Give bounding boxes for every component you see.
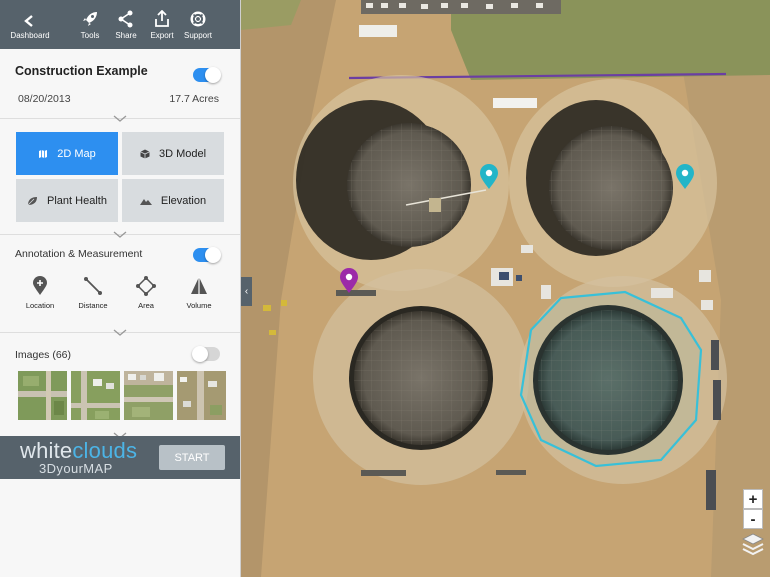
- view-2d-map-label: 2D Map: [57, 147, 96, 160]
- volume-icon: [191, 277, 207, 294]
- view-plant-health-button[interactable]: Plant Health: [16, 179, 118, 222]
- project-panel: Construction Example 08/20/2013 17.7 Acr…: [0, 49, 240, 119]
- image-thumbnail[interactable]: [71, 371, 120, 420]
- export-label: Export: [150, 31, 174, 40]
- toggle-knob: [205, 67, 221, 83]
- top-toolbar: Dashboard Tools Share Export Support: [0, 0, 240, 49]
- volume-label: Volume: [186, 301, 212, 310]
- map-location-pin-icon[interactable]: [479, 164, 499, 190]
- location-label: Location: [25, 301, 55, 310]
- project-size: 17.7 Acres: [169, 93, 219, 105]
- view-mode-panel: 2D Map 3D Model Plant Health Elevation: [0, 120, 240, 235]
- images-title: Images (66): [15, 349, 72, 361]
- export-icon: [155, 10, 169, 27]
- zoom-in-button[interactable]: +: [743, 489, 763, 509]
- location-pin-icon: [33, 276, 47, 295]
- location-tool[interactable]: Location: [16, 276, 64, 310]
- brand-name-part1: white: [20, 438, 73, 463]
- rocket-icon: [83, 12, 97, 26]
- project-date: 08/20/2013: [18, 93, 71, 105]
- share-label: Share: [115, 31, 137, 40]
- brand-tagline: 3DyourMAP: [39, 461, 113, 476]
- annotation-toggle[interactable]: [193, 247, 221, 263]
- toggle-knob: [192, 346, 208, 362]
- map-location-pin-icon[interactable]: [675, 164, 695, 190]
- cube-icon: [140, 149, 150, 158]
- aerial-map-image: [241, 0, 770, 577]
- image-thumbnail[interactable]: [177, 371, 226, 420]
- tools-button[interactable]: Tools: [72, 10, 108, 49]
- distance-icon: [84, 277, 102, 295]
- area-tool[interactable]: Area: [122, 276, 170, 310]
- distance-tool[interactable]: Distance: [69, 276, 117, 310]
- view-elevation-button[interactable]: Elevation: [122, 179, 224, 222]
- annotation-panel: Annotation & Measurement Location Distan…: [0, 235, 240, 333]
- support-label: Support: [183, 31, 213, 40]
- mountain-icon: [139, 198, 152, 205]
- toggle-knob: [205, 247, 221, 263]
- support-icon: [190, 11, 206, 27]
- view-3d-model-button[interactable]: 3D Model: [122, 132, 224, 175]
- support-button[interactable]: Support: [180, 10, 216, 49]
- volume-tool[interactable]: Volume: [175, 276, 223, 310]
- map-view[interactable]: ‹ + -: [241, 0, 770, 577]
- image-thumbnail[interactable]: [124, 371, 173, 420]
- annotation-title: Annotation & Measurement: [15, 248, 143, 260]
- dashboard-label: Dashboard: [10, 31, 50, 40]
- brand-banner: whiteclouds 3DyourMAP START: [0, 436, 240, 479]
- back-arrow-icon: [24, 15, 33, 27]
- project-visibility-toggle[interactable]: [193, 67, 221, 83]
- map-icon: [39, 149, 48, 158]
- view-elevation-label: Elevation: [160, 194, 207, 207]
- distance-label: Distance: [78, 301, 108, 310]
- images-toggle[interactable]: [192, 346, 220, 362]
- share-icon: [118, 10, 133, 28]
- project-name: Construction Example: [15, 64, 148, 78]
- area-icon: [136, 276, 156, 296]
- view-2d-map-button[interactable]: 2D Map: [16, 132, 118, 175]
- collapse-sidebar-button[interactable]: ‹: [241, 277, 252, 306]
- dashboard-button[interactable]: Dashboard: [0, 14, 60, 49]
- sidebar: Dashboard Tools Share Export Support Con…: [0, 0, 241, 577]
- tools-label: Tools: [80, 31, 100, 40]
- image-thumbnail[interactable]: [18, 371, 67, 420]
- share-button[interactable]: Share: [108, 10, 144, 49]
- brand-name-part2: clouds: [72, 438, 138, 463]
- start-button[interactable]: START: [159, 445, 225, 470]
- images-panel: Images (66): [0, 333, 240, 437]
- map-location-pin-icon[interactable]: [339, 268, 359, 294]
- zoom-out-button[interactable]: -: [743, 509, 763, 529]
- export-button[interactable]: Export: [144, 10, 180, 49]
- layers-icon[interactable]: [741, 532, 765, 558]
- area-label: Area: [138, 301, 154, 310]
- view-plant-health-label: Plant Health: [47, 194, 107, 207]
- leaf-icon: [27, 196, 38, 205]
- view-3d-model-label: 3D Model: [158, 147, 207, 160]
